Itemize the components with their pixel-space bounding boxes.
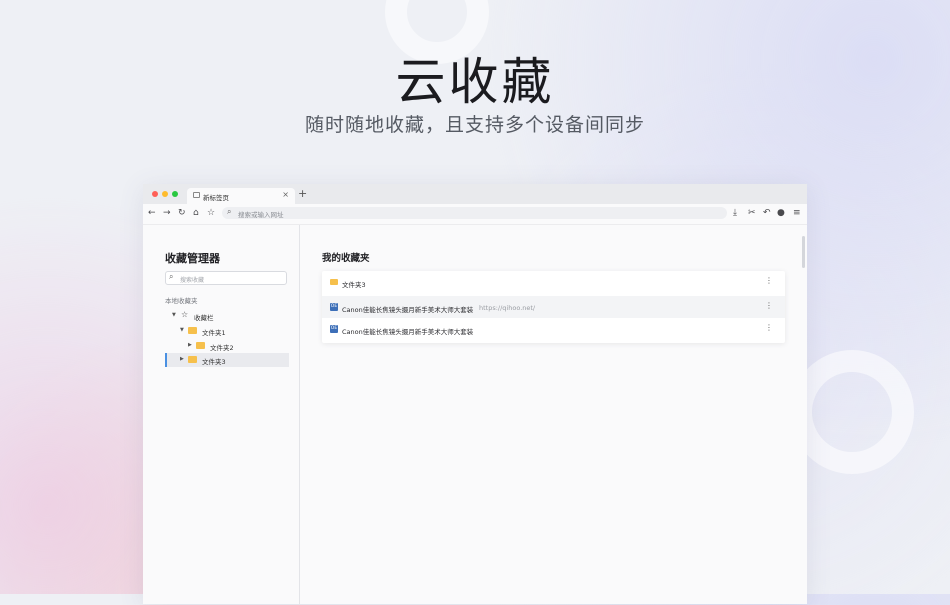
forward-icon[interactable]: →	[163, 208, 171, 219]
maximize-window-button[interactable]	[172, 191, 178, 197]
item-name: 文件夹3	[342, 280, 366, 289]
address-placeholder: 搜索或输入网址	[238, 210, 284, 219]
page-icon	[193, 192, 200, 198]
home-icon[interactable]: ⌂	[193, 208, 199, 219]
tree-item-label: 文件夹1	[202, 329, 226, 337]
reload-icon[interactable]: ↻	[178, 208, 186, 219]
collapse-arrow-icon[interactable]: ▶	[180, 356, 184, 362]
address-bar[interactable]: ⌕ 搜索或输入网址	[222, 207, 727, 219]
collapse-arrow-icon[interactable]: ▶	[188, 342, 192, 348]
folder-icon	[330, 279, 338, 285]
more-icon[interactable]: ⋮	[765, 323, 773, 332]
search-icon: ⌕	[169, 272, 174, 281]
tab-bar: 新标签页 × +	[143, 184, 807, 204]
minimize-window-button[interactable]	[162, 191, 168, 197]
tree-item-bookmarks-bar[interactable]: ▼ ☆ 收藏栏	[165, 309, 289, 323]
item-name: Canon佳能长焦镜头摄月新手美术大师大套装	[342, 305, 474, 314]
expand-arrow-icon[interactable]: ▼	[180, 327, 184, 333]
folder-icon	[188, 327, 197, 334]
tree-item-label: 文件夹2	[210, 344, 234, 352]
undo-icon[interactable]: ↶	[763, 208, 771, 219]
site-favicon-icon: OE	[330, 303, 338, 311]
account-icon[interactable]: ●	[777, 208, 785, 219]
search-icon: ⌕	[227, 207, 232, 216]
more-icon[interactable]: ⋮	[765, 276, 773, 285]
background-ring-right	[790, 350, 914, 474]
bookmark-list: 文件夹3 ⋮ OE Canon佳能长焦镜头摄月新手美术大师大套装 https:/…	[322, 271, 785, 343]
more-icon[interactable]: ⋮	[765, 301, 773, 310]
scrollbar[interactable]	[802, 236, 805, 268]
tab-new-tab[interactable]: 新标签页 ×	[187, 188, 295, 204]
folder-icon	[196, 342, 205, 349]
bookmark-bar-icon: ☆	[181, 310, 189, 319]
menu-icon[interactable]: ≡	[793, 208, 801, 219]
back-icon[interactable]: ←	[148, 208, 156, 219]
list-item[interactable]: OE Canon佳能长焦镜头摄月新手美术大师大套装 ⋮	[322, 318, 785, 340]
tab-title: 新标签页	[203, 194, 229, 202]
screenshot-icon[interactable]: ✂	[748, 208, 756, 219]
main-title: 我的收藏夹	[322, 253, 370, 264]
section-label: 本地收藏夹	[165, 297, 198, 305]
tree-item-folder2[interactable]: ▶ 文件夹2	[165, 339, 289, 353]
tree-item-folder1[interactable]: ▼ 文件夹1	[165, 324, 289, 338]
sidebar-title: 收藏管理器	[165, 252, 220, 265]
tree-item-label: 文件夹3	[202, 358, 226, 366]
list-item[interactable]: 文件夹3 ⋮	[322, 271, 785, 293]
folder-icon	[188, 356, 197, 363]
search-input[interactable]: ⌕ 搜索收藏	[165, 271, 287, 285]
search-placeholder: 搜索收藏	[180, 276, 205, 284]
item-name: Canon佳能长焦镜头摄月新手美术大师大套装	[342, 327, 474, 336]
hero-title: 云收藏	[395, 53, 555, 111]
hero-subtitle: 随时随地收藏，且支持多个设备间同步	[304, 114, 645, 136]
new-tab-button[interactable]: +	[298, 188, 307, 200]
tree-item-label: 收藏栏	[194, 314, 214, 322]
toolbar: ← → ↻ ⌂ ☆ ⌕ 搜索或输入网址 ⤓ ✂ ↶ ● ≡	[143, 204, 807, 225]
item-url[interactable]: https://qihoo.net/	[479, 304, 535, 312]
sidebar: 收藏管理器 ⌕ 搜索收藏 本地收藏夹 ▼ ☆ 收藏栏 ▼ 文件夹1 ▶ 文件夹2…	[143, 225, 300, 605]
tree-item-folder3[interactable]: ▶ 文件夹3	[165, 353, 289, 367]
download-icon[interactable]: ⤓	[733, 208, 737, 219]
site-favicon-icon: OE	[330, 325, 338, 333]
tab-close-button[interactable]: ×	[282, 190, 289, 199]
list-item[interactable]: OE Canon佳能长焦镜头摄月新手美术大师大套装 https://qihoo.…	[322, 296, 785, 318]
bookmarks-icon[interactable]: ☆	[207, 208, 215, 219]
close-window-button[interactable]	[152, 191, 158, 197]
expand-arrow-icon[interactable]: ▼	[172, 312, 176, 318]
browser-window: 新标签页 × + ← → ↻ ⌂ ☆ ⌕ 搜索或输入网址 ⤓ ✂ ↶ ● ≡ 收…	[143, 184, 807, 605]
